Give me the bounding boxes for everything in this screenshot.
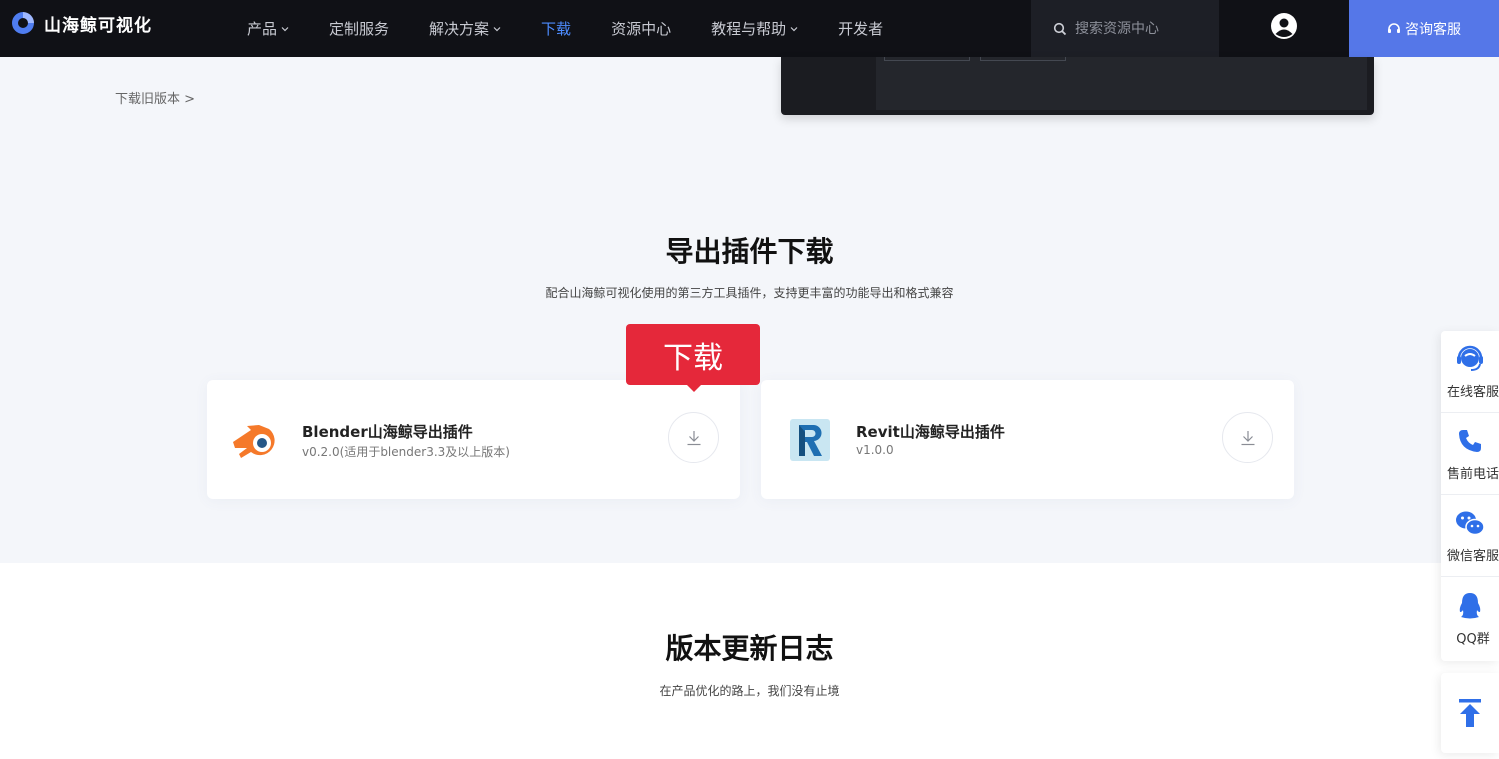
phone-icon: [1459, 430, 1481, 452]
top-navbar: 山海鲸可视化 产品 定制服务 解决方案 下载 资源中心 教程与帮助 开发者 搜索…: [0, 0, 1499, 57]
float-online-support[interactable]: 在线客服: [1441, 331, 1499, 413]
float-label: 售前电话: [1447, 467, 1499, 482]
plugin-name: Blender山海鲸导出插件: [302, 423, 473, 441]
nav-label: 教程与帮助: [711, 20, 787, 38]
float-label: QQ群: [1456, 631, 1490, 647]
consult-label: 咨询客服: [1405, 21, 1461, 38]
whale-logo-icon: [12, 12, 34, 34]
nav-download[interactable]: 下载: [541, 18, 571, 39]
float-presale-phone[interactable]: 售前电话: [1441, 413, 1499, 495]
nav-label: 资源中心: [611, 20, 672, 38]
chevron-down-icon: [790, 26, 798, 31]
float-qq-group[interactable]: QQ群: [1441, 577, 1499, 659]
download-icon: [1241, 430, 1254, 445]
headset-icon: [1457, 345, 1483, 371]
nav-label: 下载: [541, 20, 572, 38]
nav-developers[interactable]: 开发者: [838, 18, 883, 39]
plugins-subtitle: 配合山海鲸可视化使用的第三方工具插件，支持更丰富的功能导出和格式兼容: [545, 286, 954, 300]
chevron-down-icon: [493, 26, 501, 31]
preview-tab: [884, 57, 970, 61]
search-input[interactable]: [1075, 20, 1215, 37]
download-button-revit[interactable]: [1222, 412, 1273, 463]
back-to-top-button[interactable]: [1441, 673, 1499, 753]
brand-logo[interactable]: 山海鲸可视化: [10, 10, 152, 36]
plugin-version: v0.2.0(适用于blender3.3及以上版本): [302, 445, 510, 459]
old-versions-link[interactable]: 下载旧版本 >: [115, 88, 195, 107]
nav-custom-service[interactable]: 定制服务: [329, 18, 389, 39]
chevron-down-icon: [281, 26, 289, 31]
nav-resource-center[interactable]: 资源中心: [611, 18, 671, 39]
nav-label: 定制服务: [329, 20, 390, 38]
preview-panel: [876, 57, 1367, 110]
changelog-title: 版本更新日志: [665, 632, 834, 665]
plugins-title: 导出插件下载: [665, 235, 834, 268]
nav-label: 解决方案: [429, 20, 490, 38]
search-icon: [1053, 22, 1067, 35]
nav-products[interactable]: 产品: [247, 18, 289, 39]
nav-label: 开发者: [838, 20, 884, 38]
consult-support-button[interactable]: 咨询客服: [1349, 0, 1499, 57]
plugin-version: v1.0.0: [856, 443, 894, 457]
blender-icon: [233, 425, 275, 458]
nav-label: 产品: [247, 20, 278, 38]
changelog-subtitle: 在产品优化的路上，我们没有止境: [659, 684, 840, 698]
preview-tab: [980, 57, 1066, 61]
download-button-blender[interactable]: [668, 412, 719, 463]
main-nav: 产品 定制服务 解决方案 下载 资源中心 教程与帮助 开发者: [247, 0, 923, 57]
brand-name: 山海鲸可视化: [44, 15, 152, 36]
wechat-icon: [1456, 511, 1485, 536]
plugin-name: Revit山海鲸导出插件: [856, 423, 1005, 441]
search-box: [1031, 0, 1219, 57]
float-wechat-support[interactable]: 微信客服: [1441, 495, 1499, 577]
float-label: 微信客服: [1447, 549, 1499, 564]
arrow-up-icon: [1459, 699, 1481, 727]
nav-solutions[interactable]: 解决方案: [429, 18, 501, 39]
revit-icon: [790, 419, 830, 461]
download-icon: [687, 430, 700, 445]
qq-icon: [1459, 592, 1481, 618]
download-tooltip: 下载: [626, 324, 760, 392]
plugin-card-blender: Blender山海鲸导出插件 v0.2.0(适用于blender3.3及以上版本…: [207, 380, 740, 499]
float-label: 在线客服: [1447, 385, 1499, 400]
headset-icon: [1388, 22, 1400, 33]
app-preview-image: [781, 57, 1374, 115]
nav-tutorials-help[interactable]: 教程与帮助: [711, 18, 798, 39]
user-avatar-icon[interactable]: [1270, 12, 1298, 40]
floating-contact-bar: 在线客服 售前电话 微信客服 QQ群: [1441, 331, 1499, 661]
plugin-card-revit: Revit山海鲸导出插件 v1.0.0: [761, 380, 1294, 499]
